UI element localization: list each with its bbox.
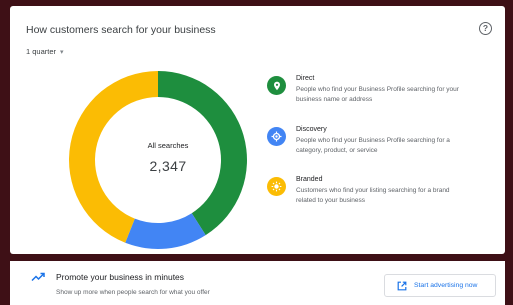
start-advertising-label: Start advertising now <box>414 282 478 289</box>
donut-center-value: 2,347 <box>149 158 187 174</box>
donut-slice-direct <box>158 71 247 236</box>
sun-icon <box>267 177 286 196</box>
donut-center-label: All searches <box>147 141 189 150</box>
trending-up-icon <box>31 272 45 282</box>
donut-slice-branded <box>69 71 158 243</box>
donut-slice-discovery <box>125 213 206 249</box>
open-external-icon <box>397 281 407 290</box>
legend-title-branded: Branded <box>296 176 323 183</box>
legend-desc-direct: People who find your Business Profile se… <box>296 86 459 103</box>
legend-title-discovery: Discovery <box>296 126 327 133</box>
promo-subtitle: Show up more when people search for what… <box>56 289 210 296</box>
location-pin-icon <box>267 76 286 95</box>
promo-title: Promote your business in minutes <box>56 272 185 282</box>
crosshair-icon <box>267 127 286 146</box>
legend-desc-discovery: People who find your Business Profile se… <box>296 137 450 154</box>
legend-title-direct: Direct <box>296 75 315 82</box>
promo-footer: Promote your business in minutes Show up… <box>10 261 505 305</box>
start-advertising-button[interactable]: Start advertising now <box>384 274 496 297</box>
legend-desc-branded: Customers who find your listing searchin… <box>296 187 450 204</box>
